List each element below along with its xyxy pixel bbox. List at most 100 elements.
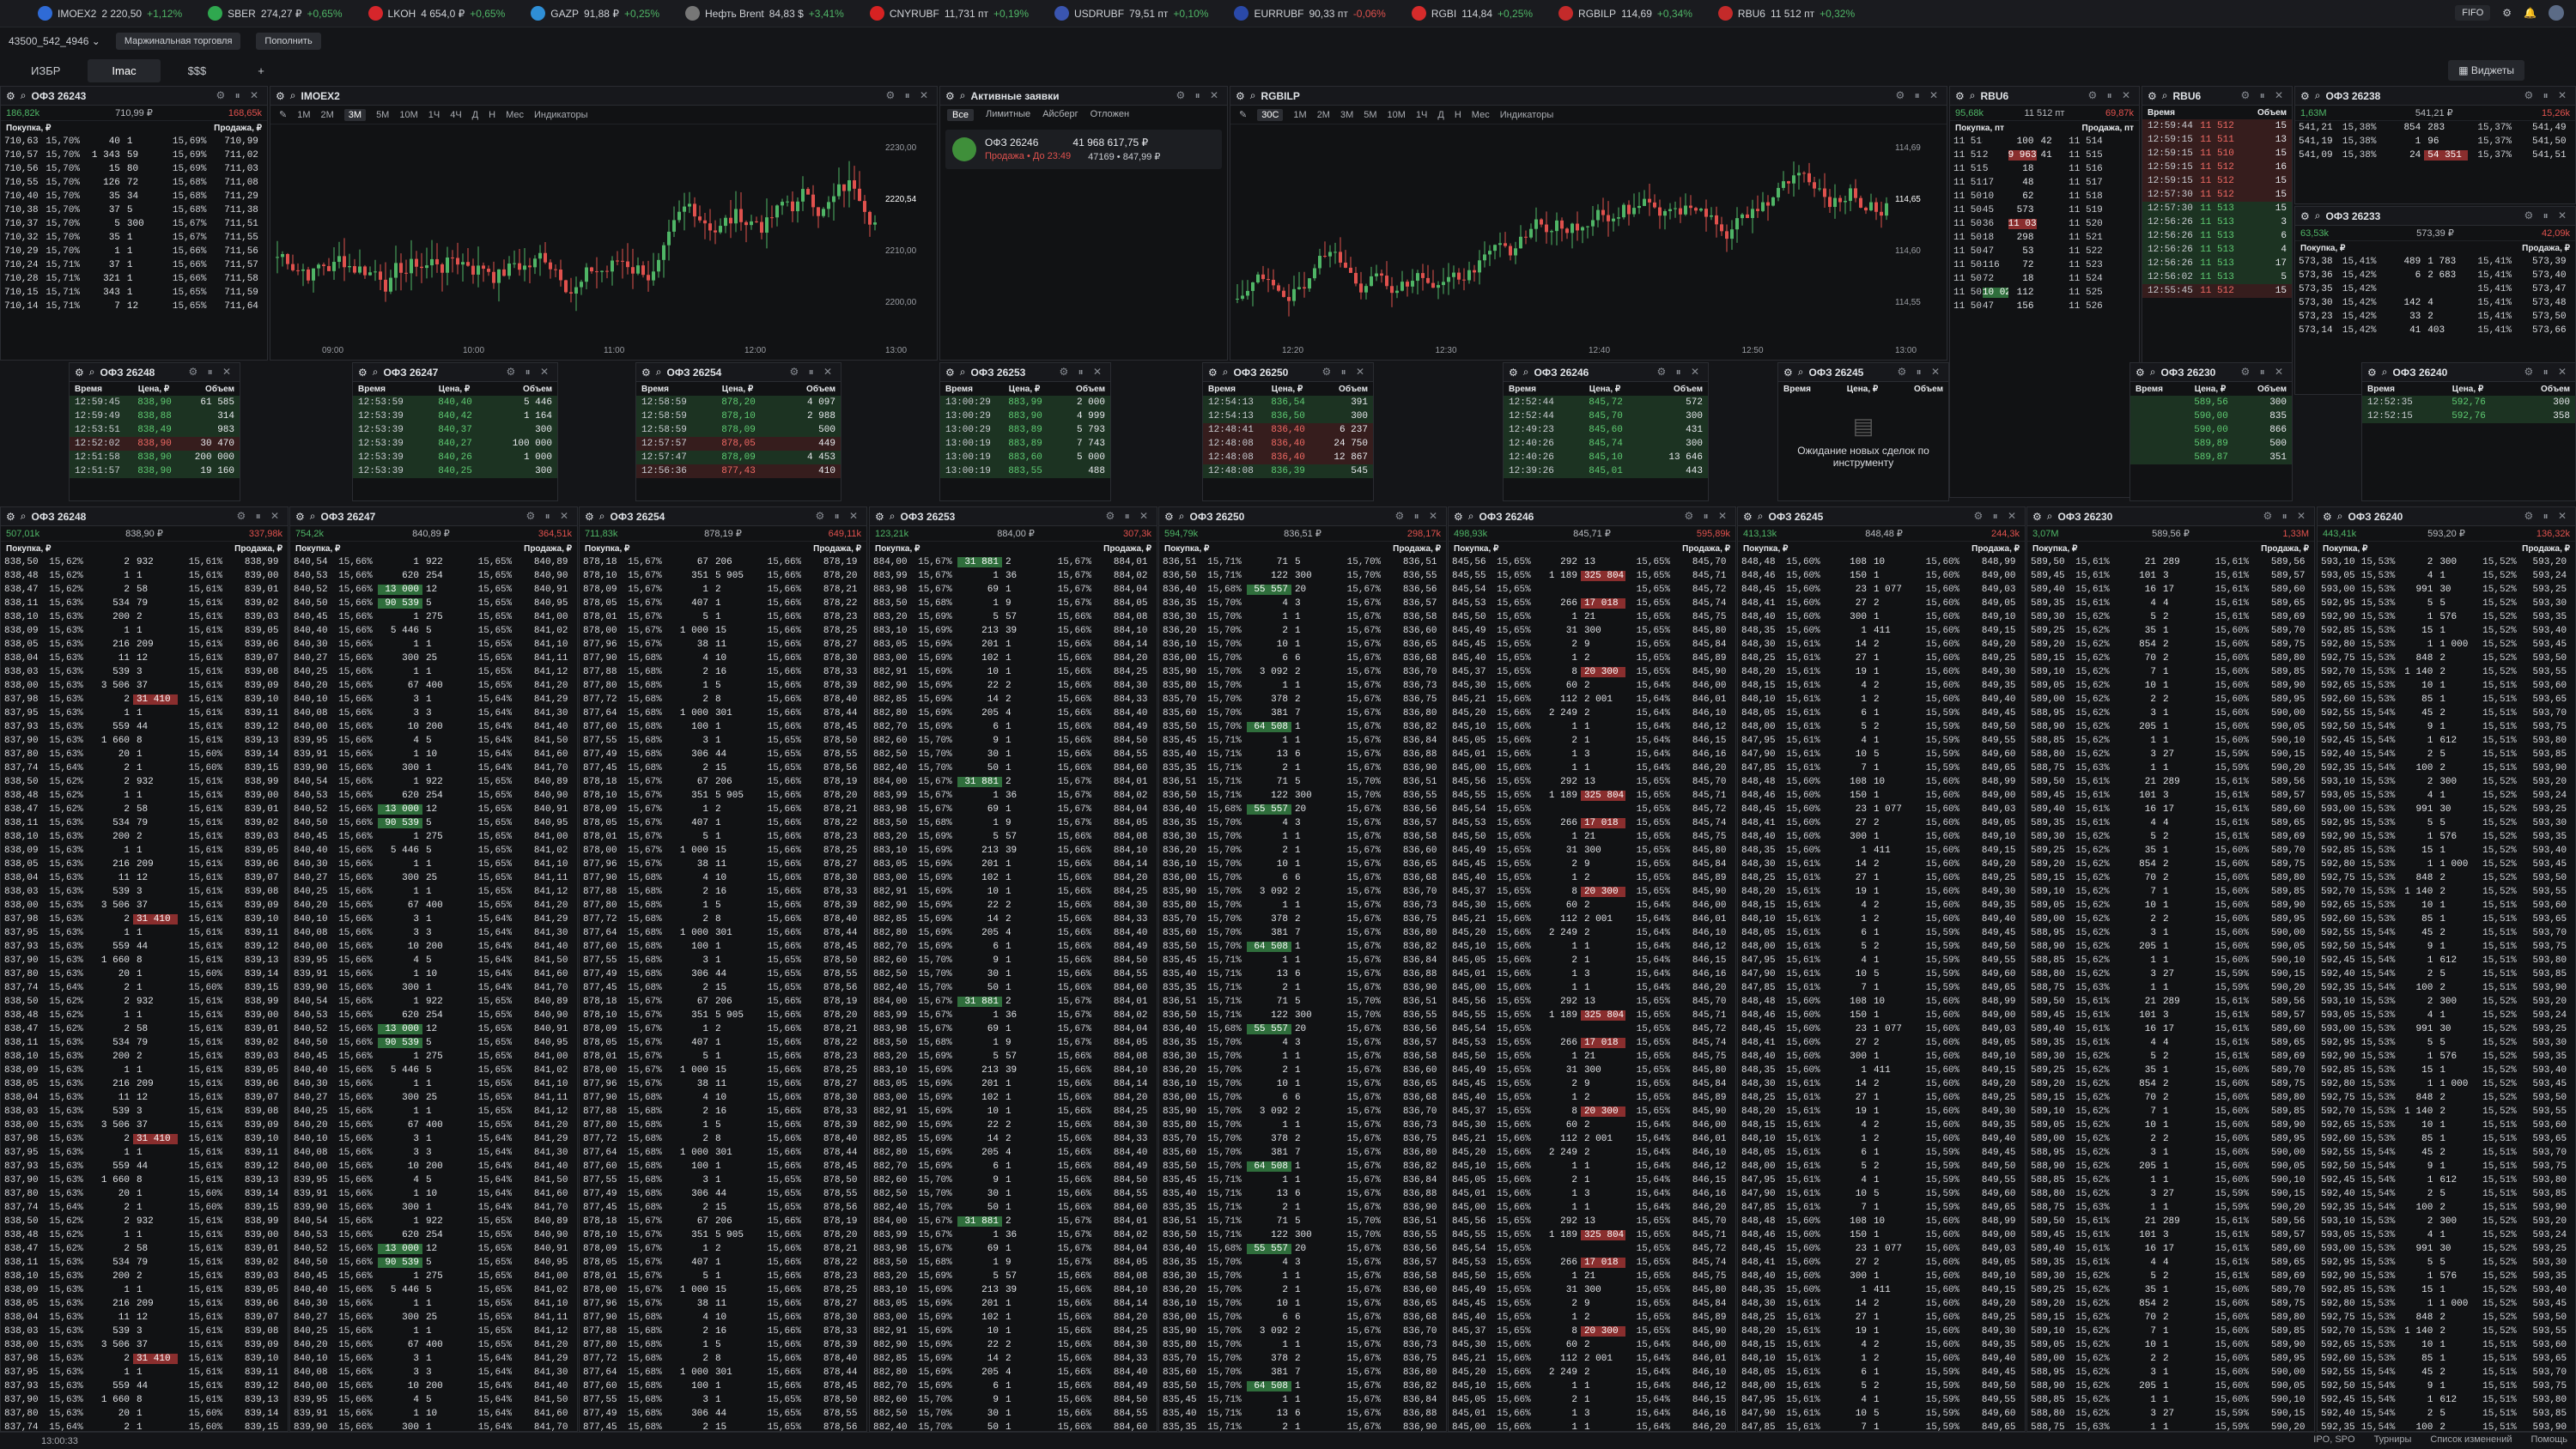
- order-tab[interactable]: Отложен: [1091, 109, 1129, 121]
- book-row[interactable]: 836,10 15,70% 10 1 15,67% 836,65: [1159, 638, 1446, 652]
- book-row[interactable]: 588,75 15,63% 1 1 15,59% 590,20: [2027, 761, 2314, 775]
- book-row[interactable]: 877,88 15,68% 2 16 15,66% 878,33: [580, 665, 866, 679]
- book-row[interactable]: 710,55 15,70% 126 72 15,68% 711,08: [1, 176, 267, 190]
- book-row[interactable]: 845,20 15,66% 2 249 2 15,64% 846,10: [1449, 706, 1735, 720]
- book-row[interactable]: 11 510174811 517: [1950, 176, 2139, 190]
- book-row[interactable]: 848,15 15,61% 4 2 15,60% 849,35: [1738, 899, 2025, 912]
- book-row[interactable]: 845,10 15,66% 1 1 15,64% 846,12: [1449, 940, 1735, 954]
- book-row[interactable]: 840,10 15,66% 3 1 15,64% 841,29: [290, 912, 577, 926]
- order-card[interactable]: ОФЗ 26246 41 968 617,75 ₽ Продажа • До 23:…: [945, 130, 1222, 169]
- search-icon[interactable]: ⌕: [21, 89, 27, 102]
- book-row[interactable]: 840,20 15,66% 67 400 15,65% 841,20: [290, 1338, 577, 1352]
- book-row[interactable]: 877,96 15,67% 38 11 15,66% 878,27: [580, 638, 866, 652]
- book-row[interactable]: 883,20 15,69% 5 57 15,66% 884,08: [870, 610, 1157, 624]
- book-row[interactable]: 589,25 15,62% 35 1 15,60% 589,70: [2027, 1283, 2314, 1297]
- book-row[interactable]: 848,45 15,60% 23 1 077 15,60% 849,03: [1738, 1022, 2025, 1036]
- book-row[interactable]: 848,15 15,61% 4 2 15,60% 849,35: [1738, 679, 2025, 693]
- timeframe-button[interactable]: 1М: [1293, 110, 1306, 120]
- panel-controls[interactable]: ⚙ ⏸ ✕: [2524, 209, 2570, 222]
- book-row[interactable]: 11 5084557311 519: [1950, 203, 2139, 217]
- book-row[interactable]: 589,00 15,62% 2 2 15,60% 589,95: [2027, 1352, 2314, 1366]
- book-row[interactable]: 836,35 15,70% 4 3 15,67% 836,57: [1159, 1256, 1446, 1270]
- book-row[interactable]: 840,00 15,66% 10 200 15,64% 841,40: [290, 1379, 577, 1393]
- book-row[interactable]: 845,05 15,66% 2 1 15,64% 846,15: [1449, 954, 1735, 967]
- search-icon[interactable]: ⌕: [960, 89, 966, 102]
- book-row[interactable]: 840,52 15,66% 13 000 12 15,65% 840,91: [290, 583, 577, 597]
- book-row[interactable]: 878,09 15,67% 1 2 15,66% 878,21: [580, 583, 866, 597]
- search-icon[interactable]: ⌕: [2382, 366, 2388, 379]
- panel-controls[interactable]: ⚙ ⏸ ✕: [2524, 89, 2570, 102]
- book-row[interactable]: 838,05 15,63% 216 209 15,61% 839,06: [1, 638, 288, 652]
- book-row[interactable]: 878,05 15,67% 407 1 15,66% 878,22: [580, 1036, 866, 1050]
- book-row[interactable]: 877,80 15,68% 1 5 15,66% 878,39: [580, 1119, 866, 1132]
- book-row[interactable]: 848,46 15,60% 150 1 15,60% 849,00: [1738, 1009, 2025, 1022]
- book-row[interactable]: 878,00 15,67% 1 000 15 15,66% 878,25: [580, 624, 866, 638]
- timeframe-button[interactable]: Н: [1455, 110, 1461, 120]
- book-row[interactable]: 836,50 15,71% 122 300 15,70% 836,55: [1159, 569, 1446, 583]
- book-row[interactable]: 883,10 15,69% 213 39 15,66% 884,10: [870, 1064, 1157, 1077]
- book-row[interactable]: 836,20 15,70% 2 1 15,67% 836,60: [1159, 844, 1446, 858]
- book-row[interactable]: 877,72 15,68% 2 8 15,66% 878,40: [580, 912, 866, 926]
- book-row[interactable]: 878,18 15,67% 67 206 15,66% 878,19: [580, 1215, 866, 1228]
- book-row[interactable]: 847,85 15,61% 7 1 15,59% 849,65: [1738, 1201, 2025, 1215]
- book-row[interactable]: 836,20 15,70% 2 1 15,67% 836,60: [1159, 624, 1446, 638]
- book-row[interactable]: 588,75 15,63% 1 1 15,59% 590,20: [2027, 1201, 2314, 1215]
- order-tab[interactable]: Лимитные: [986, 109, 1030, 121]
- book-row[interactable]: 845,50 15,65% 1 21 15,65% 845,75: [1449, 610, 1735, 624]
- settings-icon[interactable]: ⚙: [1164, 511, 1174, 523]
- book-row[interactable]: 840,20 15,66% 67 400 15,65% 841,20: [290, 679, 577, 693]
- book-row[interactable]: 840,40 15,66% 5 446 5 15,65% 841,02: [290, 844, 577, 858]
- book-row[interactable]: 882,70 15,69% 6 1 15,66% 884,49: [870, 1160, 1157, 1173]
- book-row[interactable]: 836,20 15,70% 2 1 15,67% 836,60: [1159, 1283, 1446, 1297]
- book-row[interactable]: 840,53 15,66% 620 254 15,65% 840,90: [290, 789, 577, 803]
- book-row[interactable]: 589,30 15,62% 5 2 15,61% 589,69: [2027, 610, 2314, 624]
- book-row[interactable]: 589,30 15,62% 5 2 15,61% 589,69: [2027, 830, 2314, 844]
- book-row[interactable]: 573,23 15,42% 33 2 15,41% 573,50: [2295, 310, 2575, 324]
- book-row[interactable]: 878,00 15,67% 1 000 15 15,66% 878,25: [580, 1283, 866, 1297]
- gear-icon[interactable]: ⚙: [2502, 7, 2512, 19]
- book-row[interactable]: 836,50 15,71% 122 300 15,70% 836,55: [1159, 1009, 1446, 1022]
- book-row[interactable]: 840,10 15,66% 3 1 15,64% 841,29: [290, 1132, 577, 1146]
- book-row[interactable]: 837,80 15,63% 20 1 15,60% 839,14: [1, 967, 288, 981]
- book-row[interactable]: 840,25 15,66% 1 1 15,65% 841,12: [290, 1105, 577, 1119]
- timeframe-button[interactable]: 3М: [1340, 110, 1353, 120]
- book-row[interactable]: 588,95 15,62% 3 1 15,60% 590,00: [2027, 926, 2314, 940]
- book-row[interactable]: 839,91 15,66% 1 10 15,64% 841,60: [290, 1187, 577, 1201]
- book-row[interactable]: 840,52 15,66% 13 000 12 15,65% 840,91: [290, 1242, 577, 1256]
- book-row[interactable]: 877,90 15,68% 4 10 15,66% 878,30: [580, 871, 866, 885]
- book-row[interactable]: 588,80 15,62% 3 27 15,59% 590,15: [2027, 748, 2314, 761]
- book-row[interactable]: 848,00 15,61% 5 2 15,59% 849,50: [1738, 1160, 2025, 1173]
- book-row[interactable]: 840,52 15,66% 13 000 12 15,65% 840,91: [290, 803, 577, 816]
- book-row[interactable]: 840,40 15,66% 5 446 5 15,65% 841,02: [290, 1064, 577, 1077]
- book-row[interactable]: 882,80 15,69% 205 4 15,66% 884,40: [870, 706, 1157, 720]
- book-row[interactable]: 839,95 15,66% 4 5 15,64% 841,50: [290, 1393, 577, 1407]
- book-row[interactable]: 882,85 15,69% 14 2 15,66% 884,33: [870, 1352, 1157, 1366]
- book-row[interactable]: 840,08 15,66% 3 3 15,64% 841,30: [290, 1146, 577, 1160]
- book-row[interactable]: 847,95 15,61% 4 1 15,59% 849,55: [1738, 1393, 2025, 1407]
- book-row[interactable]: 837,95 15,63% 1 1 15,61% 839,11: [1, 1146, 288, 1160]
- book-row[interactable]: 848,40 15,60% 300 1 15,60% 849,10: [1738, 1050, 2025, 1064]
- panel-controls[interactable]: ⚙ ⏸ ✕: [237, 510, 283, 523]
- book-row[interactable]: 836,10 15,70% 10 1 15,67% 836,65: [1159, 1077, 1446, 1091]
- book-row[interactable]: 877,80 15,68% 1 5 15,66% 878,39: [580, 1338, 866, 1352]
- book-row[interactable]: 836,30 15,70% 1 1 15,67% 836,58: [1159, 830, 1446, 844]
- book-row[interactable]: 836,10 15,70% 10 1 15,67% 836,65: [1159, 858, 1446, 871]
- panel-controls[interactable]: ⚙ ⏸ ✕: [216, 89, 262, 102]
- panel-controls[interactable]: ⚙ ⏸ ✕: [1322, 366, 1368, 379]
- book-row[interactable]: 877,90 15,68% 4 10 15,66% 878,30: [580, 1311, 866, 1325]
- book-row[interactable]: 837,98 15,63% 2 31 410 15,61% 839,10: [1, 693, 288, 706]
- book-row[interactable]: 845,49 15,65% 31 300 15,65% 845,80: [1449, 624, 1735, 638]
- book-row[interactable]: 835,60 15,70% 381 7 15,67% 836,80: [1159, 1146, 1446, 1160]
- book-row[interactable]: 589,45 15,61% 101 3 15,61% 589,57: [2027, 569, 2314, 583]
- book-row[interactable]: 848,25 15,61% 27 1 15,60% 849,25: [1738, 1311, 2025, 1325]
- book-row[interactable]: 840,20 15,66% 67 400 15,65% 841,20: [290, 1119, 577, 1132]
- book-row[interactable]: 836,10 15,70% 10 1 15,67% 836,65: [1159, 1297, 1446, 1311]
- ticker-item[interactable]: RBU6 11 512 пт +0,32%: [1717, 6, 1855, 21]
- book-row[interactable]: 835,50 15,70% 64 508 1 15,67% 836,82: [1159, 720, 1446, 734]
- book-row[interactable]: 592,85 15,53% 15 1 15,52% 593,40: [2318, 624, 2575, 638]
- book-row[interactable]: 883,20 15,69% 5 57 15,66% 884,08: [870, 1270, 1157, 1283]
- book-row[interactable]: 877,64 15,68% 1 000 301 15,66% 878,44: [580, 1146, 866, 1160]
- settings-icon[interactable]: ⚙: [276, 90, 285, 102]
- timeframe-button[interactable]: Мес: [506, 110, 524, 120]
- book-row[interactable]: 588,90 15,62% 205 1 15,60% 590,05: [2027, 720, 2314, 734]
